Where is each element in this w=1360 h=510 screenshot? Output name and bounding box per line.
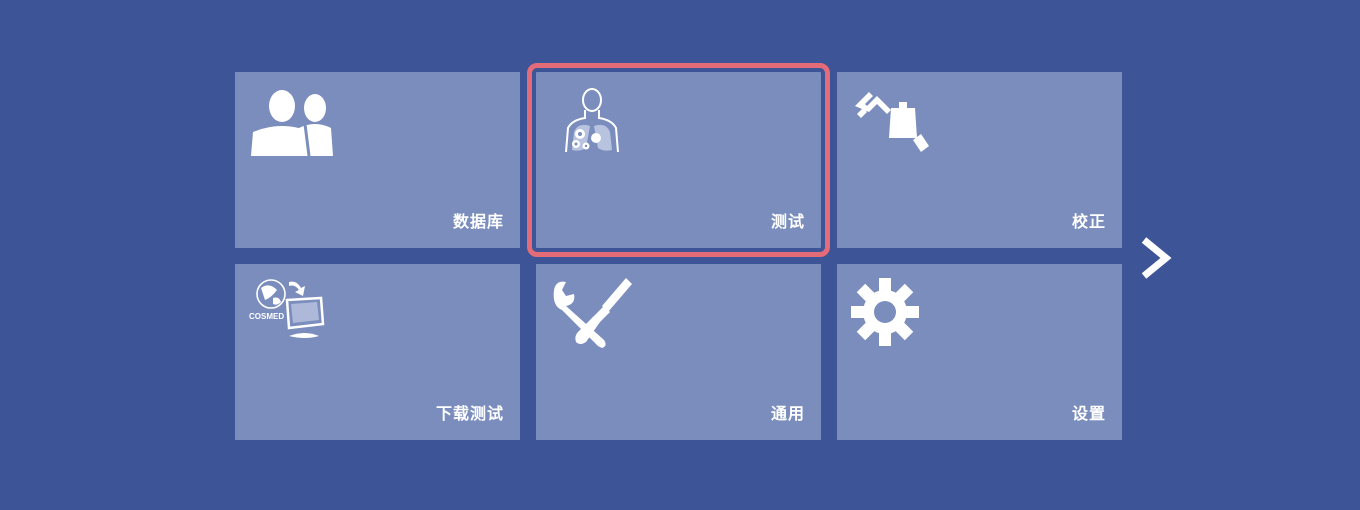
brand-text: COSMED [249, 312, 284, 321]
download-test-icon: COSMED [249, 279, 325, 338]
lungs-test-icon [565, 88, 619, 153]
tile-download-test[interactable]: COSMED 下载测试 [235, 264, 520, 440]
tile-label: 数据库 [452, 212, 504, 231]
next-page-button[interactable] [1138, 236, 1172, 280]
calibration-icon [855, 92, 929, 152]
tile-database[interactable]: 数据库 [235, 72, 520, 248]
tile-label: 测试 [770, 212, 805, 231]
tile-settings[interactable]: 设置 [837, 264, 1122, 440]
tile-label: 通用 [770, 404, 805, 423]
tile-test[interactable]: 测试 [527, 63, 830, 257]
gear-icon [851, 278, 919, 346]
tile-label: 下载测试 [435, 404, 504, 423]
tools-icon [553, 278, 632, 348]
tile-calibration[interactable]: 校正 [837, 72, 1122, 248]
chevron-right-icon [1141, 237, 1172, 279]
users-icon [251, 90, 333, 156]
tile-general[interactable]: 通用 [536, 264, 821, 440]
tile-label: 校正 [1071, 212, 1106, 231]
tile-label: 设置 [1071, 404, 1106, 423]
